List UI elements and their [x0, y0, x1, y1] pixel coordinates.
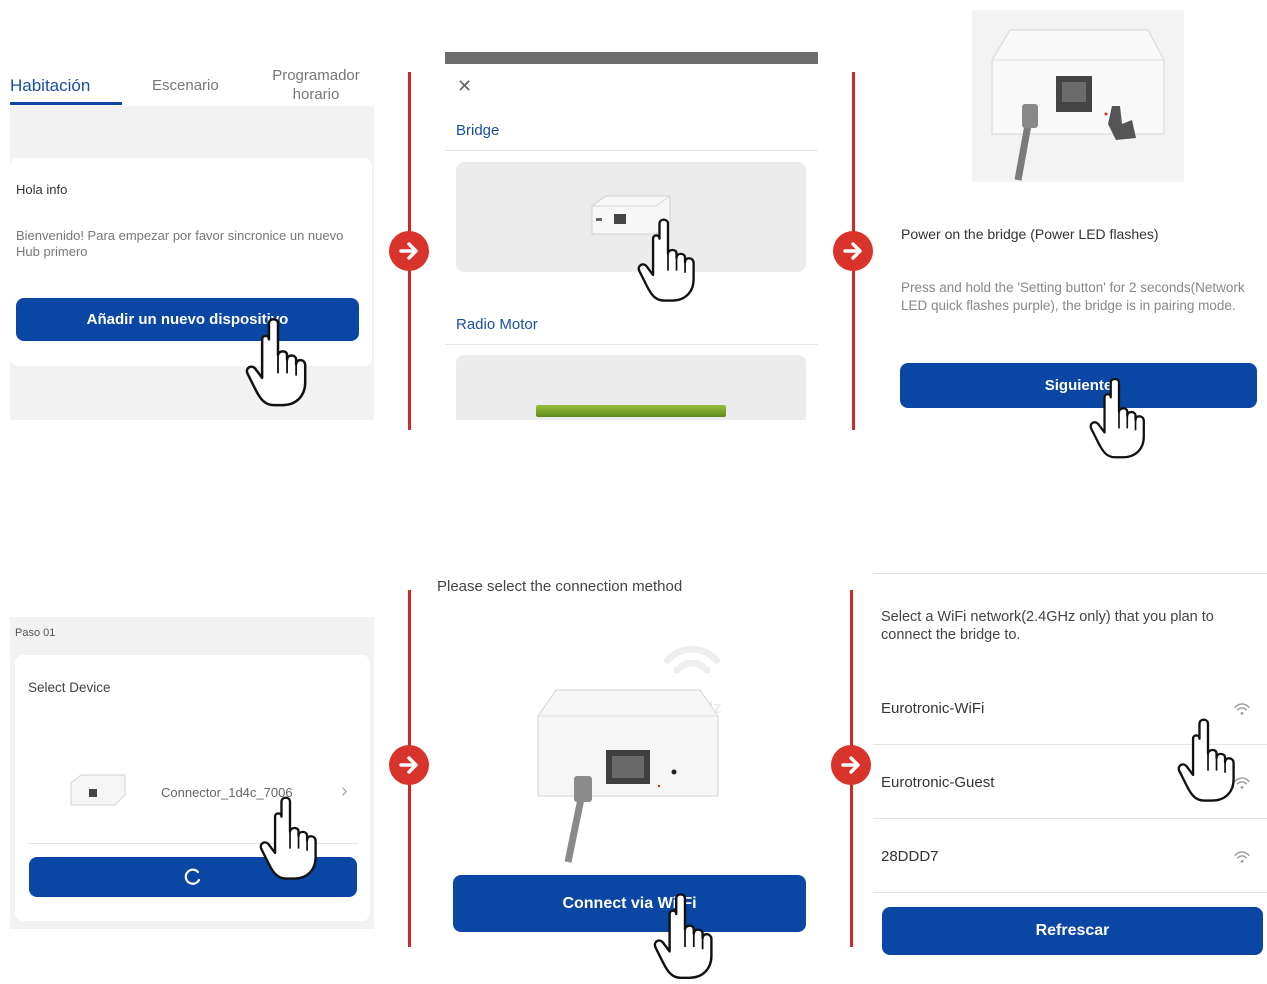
- bridge-photo: [972, 10, 1184, 182]
- wifi-network-name: Eurotronic-Guest: [881, 774, 995, 791]
- loading-spinner-icon: [184, 868, 201, 885]
- hand-pointer-icon: [652, 888, 718, 984]
- hand-pointer-icon: [636, 212, 700, 308]
- wifi-instruction: Select a WiFi network(2.4GHz only) that …: [881, 609, 1214, 643]
- motor-tube-image: [536, 405, 726, 417]
- power-instruction: Power on the bridge (Power LED flashes): [901, 226, 1159, 242]
- tab-programador-line1: Programador: [272, 67, 360, 84]
- refresh-button[interactable]: Refrescar: [882, 907, 1263, 955]
- welcome-card: Hola info Bienvenido! Para empezar por f…: [10, 158, 372, 366]
- wifi-network-name: 28DDD7: [881, 848, 939, 865]
- divider: [445, 344, 818, 345]
- connect-wifi-button[interactable]: Connect via Wi-Fi: [453, 875, 806, 932]
- tab-escenario[interactable]: Escenario: [152, 77, 219, 94]
- step-label: Paso 01: [15, 627, 56, 639]
- pairing-instruction: Press and hold the 'Setting button' for …: [901, 280, 1245, 313]
- top-divider: [873, 573, 1267, 574]
- connector-device-image: [70, 774, 126, 806]
- bridge-card[interactable]: [456, 162, 806, 272]
- wifi-network-row[interactable]: 28DDD7: [873, 821, 1267, 893]
- radio-motor-label: Radio Motor: [456, 316, 538, 333]
- welcome-message: Bienvenido! Para empezar por favor sincr…: [16, 228, 344, 259]
- panel-device-type: ✕ Bridge Radio Motor: [445, 52, 818, 420]
- next-step-arrow-icon: [831, 745, 871, 785]
- bridge-power-image: [991, 29, 1165, 181]
- bridge-label: Bridge: [456, 122, 500, 139]
- motor-card[interactable]: [456, 355, 806, 420]
- hand-pointer-icon: [244, 310, 312, 414]
- wifi-signal-icon: [1233, 850, 1251, 864]
- connection-method-title: Please select the connection method: [437, 578, 683, 595]
- hand-pointer-icon: [1088, 372, 1150, 464]
- tab-habitacion[interactable]: Habitación: [10, 76, 90, 96]
- close-icon[interactable]: ✕: [457, 76, 472, 97]
- wifi-network-name: Eurotronic-WiFi: [881, 700, 985, 717]
- tab-programador-line2: horario: [292, 86, 340, 103]
- greeting: Hola info: [16, 182, 68, 197]
- bridge-ethernet-image: [537, 689, 719, 863]
- next-step-arrow-icon: [833, 231, 873, 271]
- top-dark-strip: [445, 52, 818, 64]
- hand-pointer-icon: [1176, 712, 1240, 808]
- next-step-arrow-icon: [389, 745, 429, 785]
- tab-programador[interactable]: Programador horario: [260, 66, 372, 104]
- divider: [445, 150, 818, 151]
- panel-room-screen: Habitación Escenario Programador horario…: [10, 62, 374, 420]
- tab-active-underline: [10, 102, 122, 105]
- chevron-right-icon: ›: [341, 780, 348, 802]
- tab-bar: Habitación Escenario Programador horario: [10, 62, 374, 106]
- select-device-title: Select Device: [28, 680, 111, 695]
- hand-pointer-icon: [258, 790, 322, 886]
- next-step-arrow-icon: [389, 231, 429, 271]
- next-button[interactable]: Siguiente: [900, 363, 1257, 408]
